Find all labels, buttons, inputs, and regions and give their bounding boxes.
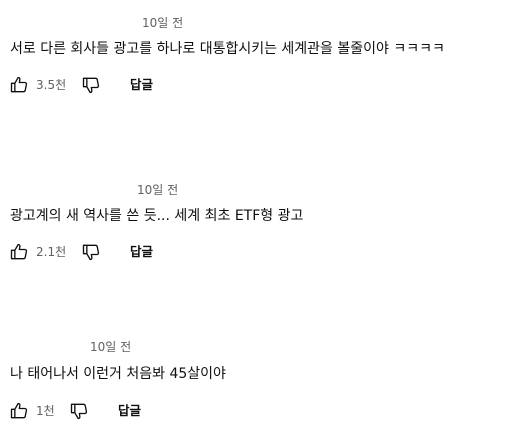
comment-text: 광고계의 새 역사를 쓴 듯... 세계 최초 ETF형 광고 [10,208,304,224]
comment-timestamp[interactable]: 10일 전 [142,16,183,30]
thumbs-down-icon [82,77,100,94]
dislike-button[interactable] [68,400,90,422]
thumbs-down-icon [70,403,88,420]
reply-button[interactable]: 답글 [118,400,141,422]
comment-actions: 2.1천 답글 [8,241,153,263]
comment-text: 나 태어나서 이런거 처음봐 45살이야 [10,366,226,382]
comment-timestamp[interactable]: 10일 전 [137,183,178,197]
reply-button[interactable]: 답글 [130,241,153,263]
thumbs-up-icon [10,76,28,93]
thumbs-down-icon [82,244,100,261]
like-button[interactable] [8,400,30,422]
like-count: 3.5천 [36,78,67,92]
like-count: 1천 [36,404,55,418]
thumbs-up-icon [10,243,28,260]
thumbs-up-icon [10,402,28,419]
reply-button[interactable]: 답글 [130,74,153,96]
comment-actions: 1천 답글 [8,400,141,422]
like-count: 2.1천 [36,245,67,259]
like-button[interactable] [8,74,30,96]
dislike-button[interactable] [80,74,102,96]
like-button[interactable] [8,241,30,263]
comment-text: 서로 다른 회사들 광고를 하나로 대통합시키는 세계관을 볼줄이야 ㅋㅋㅋㅋ [10,41,445,57]
comment-actions: 3.5천 답글 [8,74,153,96]
comment-timestamp[interactable]: 10일 전 [90,340,131,354]
dislike-button[interactable] [80,241,102,263]
